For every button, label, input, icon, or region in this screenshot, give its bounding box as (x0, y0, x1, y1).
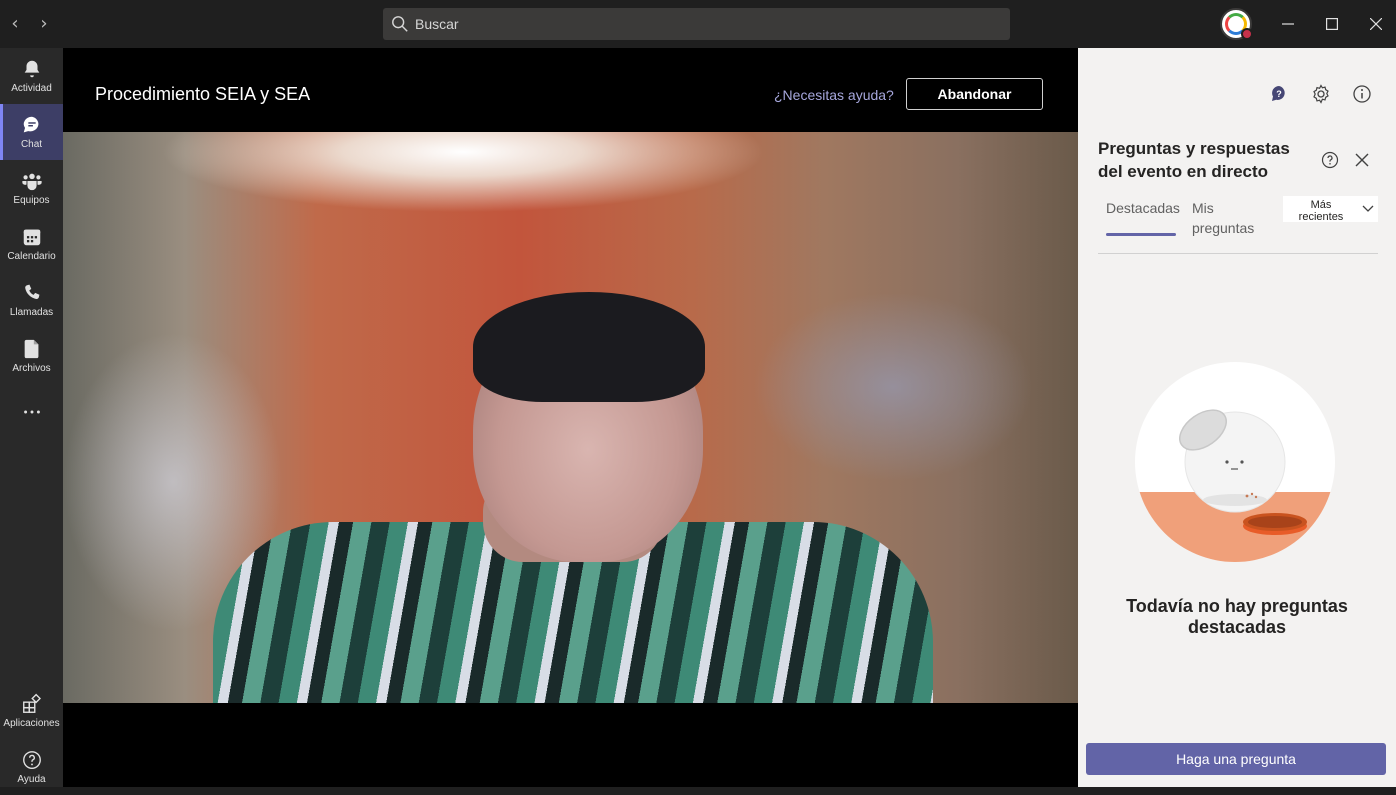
help-icon[interactable] (1321, 151, 1339, 169)
ask-question-button[interactable]: Haga una pregunta (1086, 743, 1386, 775)
empty-state-text: Todavía no hay preguntas destacadas (1126, 596, 1348, 637)
chevron-left-icon[interactable]: ‹ (3, 12, 27, 36)
help-link[interactable]: ¿Necesitas ayuda? (774, 87, 894, 103)
rail-label: Calendario (7, 251, 56, 262)
search-input[interactable] (415, 16, 975, 32)
tab-destacadas[interactable]: Destacadas (1106, 198, 1180, 218)
qa-icon[interactable]: ? (1269, 84, 1289, 104)
divider (1098, 253, 1378, 254)
maximize-icon[interactable] (1309, 0, 1355, 48)
bell-icon (24, 60, 39, 78)
rail-item-calendario[interactable]: Calendario (0, 216, 63, 272)
search-icon (392, 16, 408, 32)
sort-dropdown[interactable]: Más recientes (1283, 196, 1378, 223)
minimize-icon[interactable] (1265, 0, 1311, 48)
search-box[interactable] (383, 8, 1010, 40)
rail-item-llamadas[interactable]: Llamadas (0, 272, 63, 328)
empty-jar-illustration (1135, 362, 1335, 562)
calendar-icon (23, 229, 40, 246)
rail-item-chat[interactable]: Chat (0, 104, 63, 160)
rail-label: Aplicaciones (3, 718, 60, 729)
teams-icon (21, 173, 42, 191)
info-icon[interactable] (1352, 84, 1372, 104)
rail-item-archivos[interactable]: Archivos (0, 328, 63, 384)
rail-label: Equipos (13, 195, 50, 206)
meeting-stage: Procedimiento SEIA y SEA ¿Necesitas ayud… (63, 48, 1078, 787)
chevron-right-icon[interactable]: › (32, 12, 56, 36)
svg-text:?: ? (1276, 89, 1282, 99)
tab-mis-preguntas[interactable]: Mis preguntas (1192, 198, 1262, 238)
presence-badge (1241, 28, 1253, 40)
rail-label: Chat (20, 139, 43, 150)
title-bar: ‹ › (0, 0, 1396, 48)
panel-title: Preguntas y respuestas del evento en dir… (1098, 139, 1290, 181)
gear-icon[interactable] (1311, 84, 1331, 104)
chat-icon (23, 116, 38, 133)
rail-item-aplicaciones[interactable]: Aplicaciones (0, 683, 63, 739)
leave-button[interactable]: Abandonar (906, 78, 1043, 110)
rail-item-actividad[interactable]: Actividad (0, 48, 63, 104)
close-icon[interactable] (1353, 0, 1396, 48)
sort-label: Más recientes (1298, 199, 1344, 223)
video-feed[interactable] (63, 132, 1078, 703)
rail-label: Llamadas (9, 307, 54, 318)
close-icon[interactable] (1353, 151, 1371, 169)
rail-label: Archivos (12, 363, 51, 374)
help-icon (22, 751, 41, 769)
chevron-down-icon (1362, 205, 1374, 212)
meeting-title: Procedimiento SEIA y SEA (95, 84, 311, 104)
apps-icon (22, 693, 41, 713)
rail-label: Ayuda (17, 774, 46, 785)
rail-label: Actividad (11, 83, 52, 94)
file-icon (24, 339, 38, 359)
rail-item-equipos[interactable]: Equipos (0, 160, 63, 216)
more-icon[interactable] (0, 384, 63, 440)
tab-underline (1106, 233, 1176, 236)
app-rail: Actividad Chat Equipos Calendario Llamad… (0, 48, 63, 787)
phone-icon (24, 284, 39, 299)
qa-panel: ? Preguntas y respuestas del evento en d… (1078, 48, 1396, 787)
